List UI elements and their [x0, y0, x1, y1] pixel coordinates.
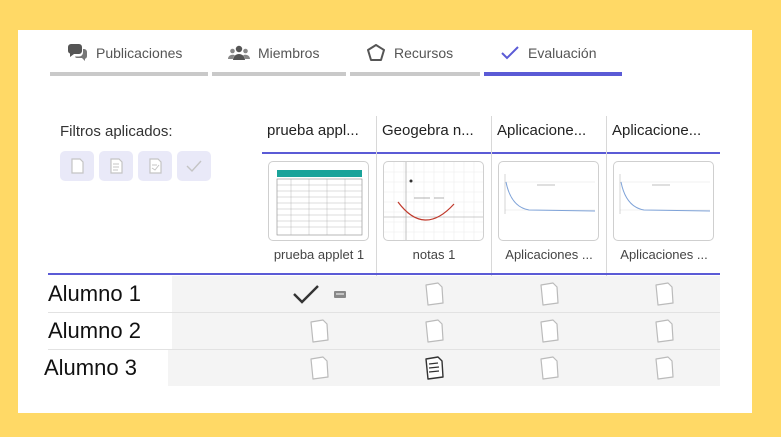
filters-label: Filtros aplicados:: [60, 123, 173, 140]
table-divider: [48, 273, 720, 275]
student-name: Alumno 3: [44, 350, 168, 386]
grade-cell[interactable]: [607, 276, 721, 312]
resource-caption: prueba applet 1: [273, 247, 365, 262]
table-row: Alumno 3: [44, 350, 721, 386]
tab-bar: Publicaciones Miembros Recursos Evaluaci…: [50, 30, 626, 76]
grade-cell[interactable]: [492, 313, 606, 349]
grade-cell[interactable]: [607, 313, 721, 349]
tab-indicator: [350, 72, 480, 76]
student-name: Alumno 2: [48, 313, 172, 349]
tab-label: Miembros: [258, 45, 320, 61]
checkmark-icon: [186, 160, 202, 173]
page-lines-icon: [425, 356, 444, 380]
chat-bubbles-icon: [68, 44, 87, 61]
checkmark-icon: [501, 46, 519, 60]
people-icon: [228, 45, 250, 60]
grade-cell[interactable]: [492, 350, 606, 386]
grade-cell[interactable]: [377, 313, 491, 349]
tab-indicator-active: [484, 72, 622, 76]
tab-indicator: [212, 72, 346, 76]
page-blank-icon: [540, 356, 559, 380]
column-header[interactable]: Geogebra n...: [377, 122, 489, 152]
grade-cell[interactable]: [607, 350, 721, 386]
filter-blank-button[interactable]: [60, 151, 94, 181]
page-blank-icon: [310, 356, 329, 380]
page-lines-icon: [110, 158, 123, 174]
tab-recursos[interactable]: Recursos: [350, 30, 484, 76]
grade-cell[interactable]: [262, 313, 376, 349]
page-blank-icon: [540, 319, 559, 343]
resource-thumbnail[interactable]: [613, 161, 714, 241]
page-blank-icon: [655, 282, 674, 306]
page-blank-icon: [71, 158, 84, 174]
grade-cell[interactable]: [377, 276, 491, 312]
filter-edited-button[interactable]: [138, 151, 172, 181]
graph-preview-image: [504, 174, 596, 214]
tab-evaluacion[interactable]: Evaluación: [484, 30, 626, 76]
filter-buttons: [60, 151, 211, 181]
resource-thumbnail[interactable]: [383, 161, 484, 241]
table-row: Alumno 1: [48, 276, 720, 312]
resource-caption: Aplicaciones ...: [505, 247, 593, 262]
table-preview-image: [276, 170, 363, 236]
column-header[interactable]: Aplicacione...: [607, 122, 719, 152]
resource-caption: Aplicaciones ...: [620, 247, 708, 262]
page-blank-icon: [540, 282, 559, 306]
evaluation-card: Publicaciones Miembros Recursos Evaluaci…: [18, 30, 752, 413]
filter-submitted-button[interactable]: [99, 151, 133, 181]
grade-cell[interactable]: [262, 350, 376, 386]
grade-cell[interactable]: [262, 276, 376, 312]
page-blank-icon: [655, 319, 674, 343]
resource-thumbnail[interactable]: [268, 161, 369, 241]
checkmark-icon: [293, 285, 319, 304]
page-blank-icon: [425, 282, 444, 306]
resource-thumbnail[interactable]: [498, 161, 599, 241]
graph-preview-image: [384, 162, 483, 240]
tab-miembros[interactable]: Miembros: [212, 30, 350, 76]
page-edit-icon: [149, 158, 162, 174]
grade-cell[interactable]: [377, 350, 491, 386]
page-blank-icon: [310, 319, 329, 343]
student-name: Alumno 1: [48, 276, 172, 312]
grade-cell[interactable]: [492, 276, 606, 312]
table-row: Alumno 2: [48, 313, 720, 349]
graph-preview-image: [619, 174, 711, 214]
column-header[interactable]: prueba appl...: [262, 122, 374, 152]
tab-indicator: [50, 72, 208, 76]
tab-label: Publicaciones: [96, 45, 183, 61]
resource-caption: notas 1: [412, 247, 456, 262]
shapes-icon: [367, 44, 385, 61]
page-blank-icon: [655, 356, 674, 380]
tab-label: Recursos: [394, 45, 454, 61]
tab-publicaciones[interactable]: Publicaciones: [50, 30, 212, 76]
page-blank-icon: [425, 319, 444, 343]
filter-graded-button[interactable]: [177, 151, 211, 181]
tab-label: Evaluación: [528, 45, 597, 61]
comment-icon: [334, 290, 346, 298]
column-header[interactable]: Aplicacione...: [492, 122, 604, 152]
